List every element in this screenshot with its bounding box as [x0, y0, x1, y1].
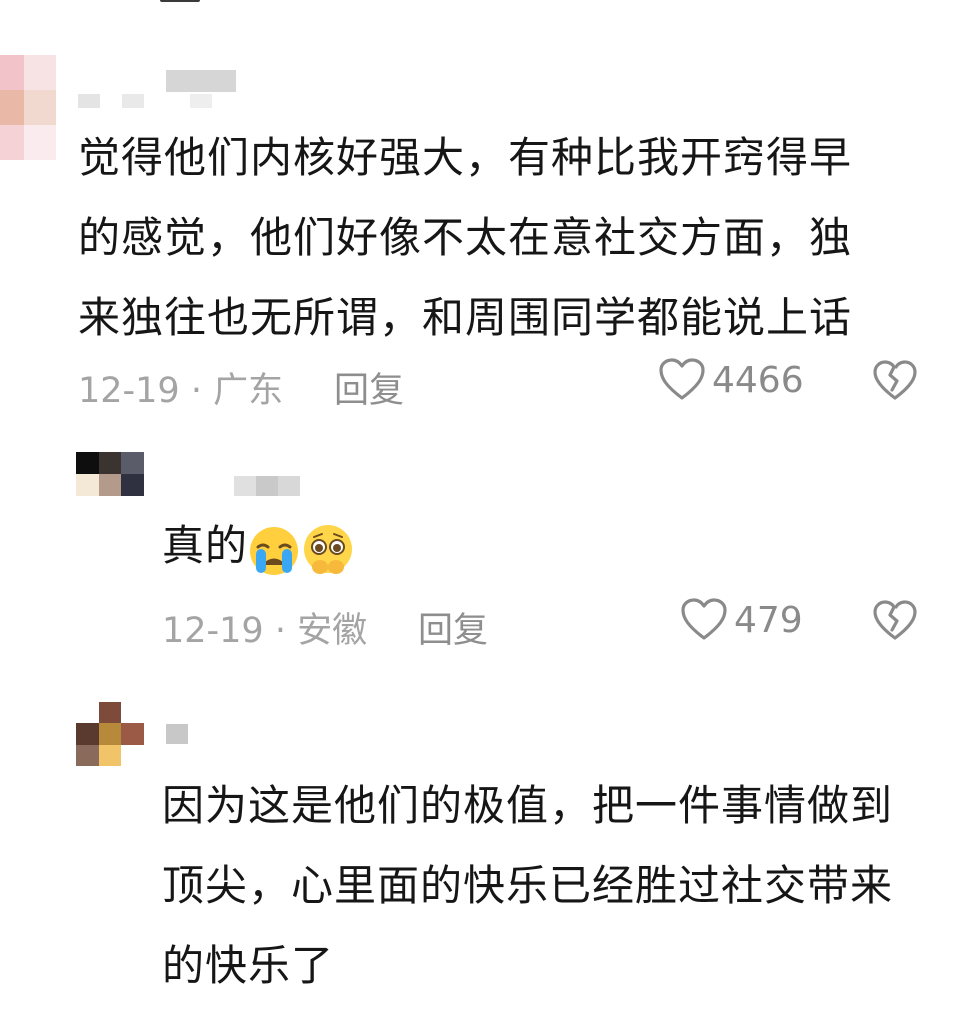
comment-text: 因为这是他们的极值，把一件事情做到 顶尖，心里面的快乐已经胜过社交带来 的快乐了: [162, 766, 893, 1006]
dislike-button[interactable]: [872, 360, 918, 406]
comment-text: 真的: [162, 506, 356, 589]
broken-heart-icon: [873, 360, 917, 400]
username[interactable]: [166, 724, 188, 744]
comment-text-line: 的快乐了: [162, 941, 335, 990]
cropped-previous-text: [160, 0, 410, 4]
comment-text-main: 真的: [162, 521, 249, 570]
reply-button[interactable]: 回复: [334, 362, 404, 413]
comment-text-line: 觉得他们内核好强大，有种比我开窍得早: [78, 133, 853, 182]
comment-text-line: 来独往也无所谓，和周围同学都能说上话: [78, 293, 853, 342]
comment-text-line: 因为这是他们的极值，把一件事情做到: [162, 781, 894, 830]
pleading-face-emoji: [300, 509, 356, 589]
like-button[interactable]: 479: [680, 598, 803, 642]
avatar[interactable]: [76, 702, 144, 766]
reply-button[interactable]: 回复: [418, 602, 488, 653]
like-count: 479: [734, 599, 803, 641]
broken-heart-icon: [873, 600, 917, 640]
username[interactable]: [78, 70, 238, 110]
username[interactable]: [234, 476, 304, 498]
like-count: 4466: [712, 359, 804, 401]
heart-icon: [659, 358, 705, 400]
date-location: 12-19 · 广东: [78, 371, 284, 411]
comment-text: 觉得他们内核好强大，有种比我开窍得早 的感觉，他们好像不太在意社交方面，独 来独…: [78, 118, 852, 358]
comment-text-line: 的感觉，他们好像不太在意社交方面，独: [78, 213, 853, 262]
crying-face-emoji: [248, 509, 300, 589]
date-location: 12-19 · 安徽: [162, 611, 368, 651]
comment-text-line: 顶尖，心里面的快乐已经胜过社交带来: [162, 861, 894, 910]
avatar[interactable]: [0, 55, 56, 160]
heart-icon: [681, 598, 727, 640]
dislike-button[interactable]: [872, 600, 918, 646]
like-button[interactable]: 4466: [658, 358, 804, 402]
avatar[interactable]: [76, 452, 144, 496]
